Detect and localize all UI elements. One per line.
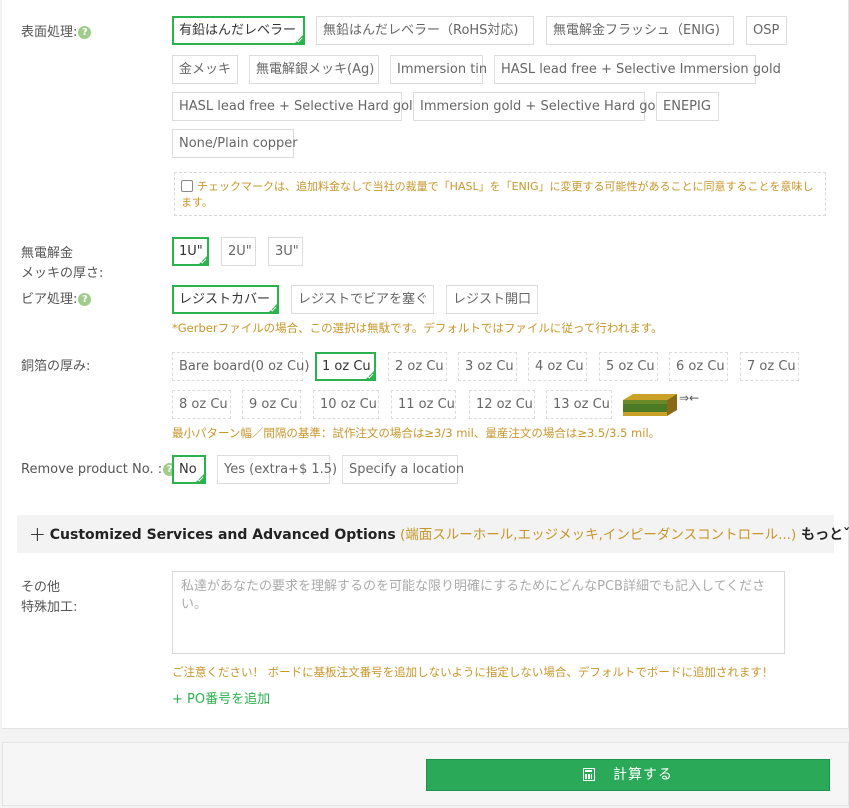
surface-option-hasl-free[interactable]: 無鉛はんだレベラー（RoHS対応)	[316, 16, 534, 45]
add-po-number-link[interactable]: + PO番号を追加	[172, 688, 270, 707]
copper-note: 最小パターン幅／間隔の基準：試作注文の場合は≥3/3 mil、量産注文の場合は≥…	[172, 426, 661, 440]
surface-label: 表面処理:?	[21, 23, 92, 43]
copper-option-3oz[interactable]: 3 oz Cu	[458, 352, 517, 381]
special-label: その他 特殊加工:	[21, 578, 77, 618]
help-icon[interactable]: ?	[78, 26, 92, 39]
copper-option-11oz[interactable]: 11 oz Cu	[391, 390, 456, 419]
plating-label: 無電解金 メッキの厚さ:	[21, 244, 103, 284]
surface-option-imm-sel-hard[interactable]: Immersion gold + Selective Hard gold	[413, 92, 667, 121]
remove-option-yes[interactable]: Yes (extra+$ 1.5)	[217, 455, 337, 484]
surface-option-none[interactable]: None/Plain copper	[172, 129, 298, 158]
confirm-text: チェックマークは、追加料金なしで当社の裁量で「HASL」を「ENIG」に変更する…	[181, 180, 814, 209]
plating-label-line2: メッキの厚さ:	[21, 266, 104, 281]
surface-option-enepig[interactable]: ENEPIG	[656, 92, 719, 121]
copper-option-2oz[interactable]: 2 oz Cu	[388, 352, 447, 381]
copper-option-4oz[interactable]: 4 oz Cu	[528, 352, 587, 381]
surface-option-hasl-sel-imm[interactable]: HASL lead free + Selective Immersion gol…	[494, 55, 781, 84]
copper-option-12oz[interactable]: 12 oz Cu	[469, 390, 535, 419]
remove-label: Remove product No. :?	[21, 460, 177, 480]
special-label-line1: その他	[21, 580, 61, 595]
plus-icon: +	[29, 522, 46, 546]
copper-option-0oz[interactable]: Bare board(0 oz Cu)	[172, 352, 309, 381]
remove-option-no[interactable]: No	[172, 455, 206, 484]
surface-option-osp[interactable]: OSP	[746, 16, 787, 45]
surface-option-hasl-sel-hard[interactable]: HASL lead free + Selective Hard gold	[172, 92, 421, 121]
advanced-subtitle: (端面スルーホール,エッジメッキ,インピーダンスコントロール...)	[395, 527, 797, 543]
thickness-arrow-icon: ⇒←	[679, 391, 700, 405]
copper-option-6oz[interactable]: 6 oz Cu	[669, 352, 728, 381]
surface-label-text: 表面処理:	[21, 25, 78, 40]
advanced-title: Customized Services and Advanced Options	[49, 527, 396, 543]
special-requirements-input[interactable]: 私達があなたの要求を理解するのを可能な限り明確にするためにどんなPCB詳細でも記…	[172, 571, 785, 654]
via-note: *Gerberファイルの場合、この選択は無駄です。デフォルトではファイルに従って…	[172, 321, 663, 335]
via-label-text: ビア処理:	[21, 292, 78, 307]
surface-option-gold[interactable]: 金メッキ	[172, 55, 238, 84]
order-number-note: ご注意ください！ ボードに基板注文番号を追加しないように指定しない場合、デフォル…	[172, 665, 774, 679]
plating-option-2u[interactable]: 2U"	[221, 237, 256, 266]
advanced-options-toggle[interactable]: + Customized Services and Advanced Option…	[17, 515, 849, 553]
remove-label-text: Remove product No. :	[21, 462, 163, 477]
plating-label-line1: 無電解金	[21, 246, 74, 261]
via-label: ビア処理:?	[21, 290, 92, 310]
pcb-layer-icon	[623, 394, 677, 416]
via-option-open[interactable]: レジスト開口	[446, 285, 538, 314]
plating-option-1u[interactable]: 1U"	[172, 237, 209, 266]
confirm-checkbox[interactable]	[181, 180, 193, 192]
remove-option-location[interactable]: Specify a location	[342, 455, 464, 484]
calculator-icon	[583, 768, 595, 781]
advanced-more: もっと	[796, 527, 844, 543]
surface-option-tin[interactable]: Immersion tin	[390, 55, 487, 84]
copper-option-7oz[interactable]: 7 oz Cu	[740, 352, 799, 381]
copper-option-10oz[interactable]: 10 oz Cu	[313, 390, 379, 419]
copper-option-13oz[interactable]: 13 oz Cu	[546, 390, 612, 419]
surface-option-hasl[interactable]: 有鉛はんだレベラー	[172, 16, 305, 45]
copper-option-1oz[interactable]: 1 oz Cu	[315, 352, 376, 381]
via-option-plug[interactable]: レジストでビアを塞ぐ	[291, 285, 434, 314]
via-option-cover[interactable]: レジストカバー	[172, 285, 279, 314]
surface-option-silver[interactable]: 無電解銀メッキ(Ag)	[249, 55, 379, 84]
calculate-label: 計算する	[613, 767, 673, 783]
hasl-enig-confirm: チェックマークは、追加料金なしで当社の裁量で「HASL」を「ENIG」に変更する…	[174, 172, 826, 216]
copper-option-5oz[interactable]: 5 oz Cu	[599, 352, 658, 381]
chevron-down-icon: ˇ	[843, 527, 849, 543]
copper-label: 銅箔の厚み:	[21, 359, 91, 374]
plating-option-3u[interactable]: 3U"	[268, 237, 303, 266]
calculate-button[interactable]: 計算する	[426, 759, 830, 791]
help-icon[interactable]: ?	[78, 293, 92, 306]
copper-option-9oz[interactable]: 9 oz Cu	[242, 390, 301, 419]
special-label-line2: 特殊加工:	[21, 600, 78, 615]
surface-option-enig[interactable]: 無電解金フラッシュ（ENIG)	[546, 16, 734, 45]
copper-option-8oz[interactable]: 8 oz Cu	[172, 390, 231, 419]
